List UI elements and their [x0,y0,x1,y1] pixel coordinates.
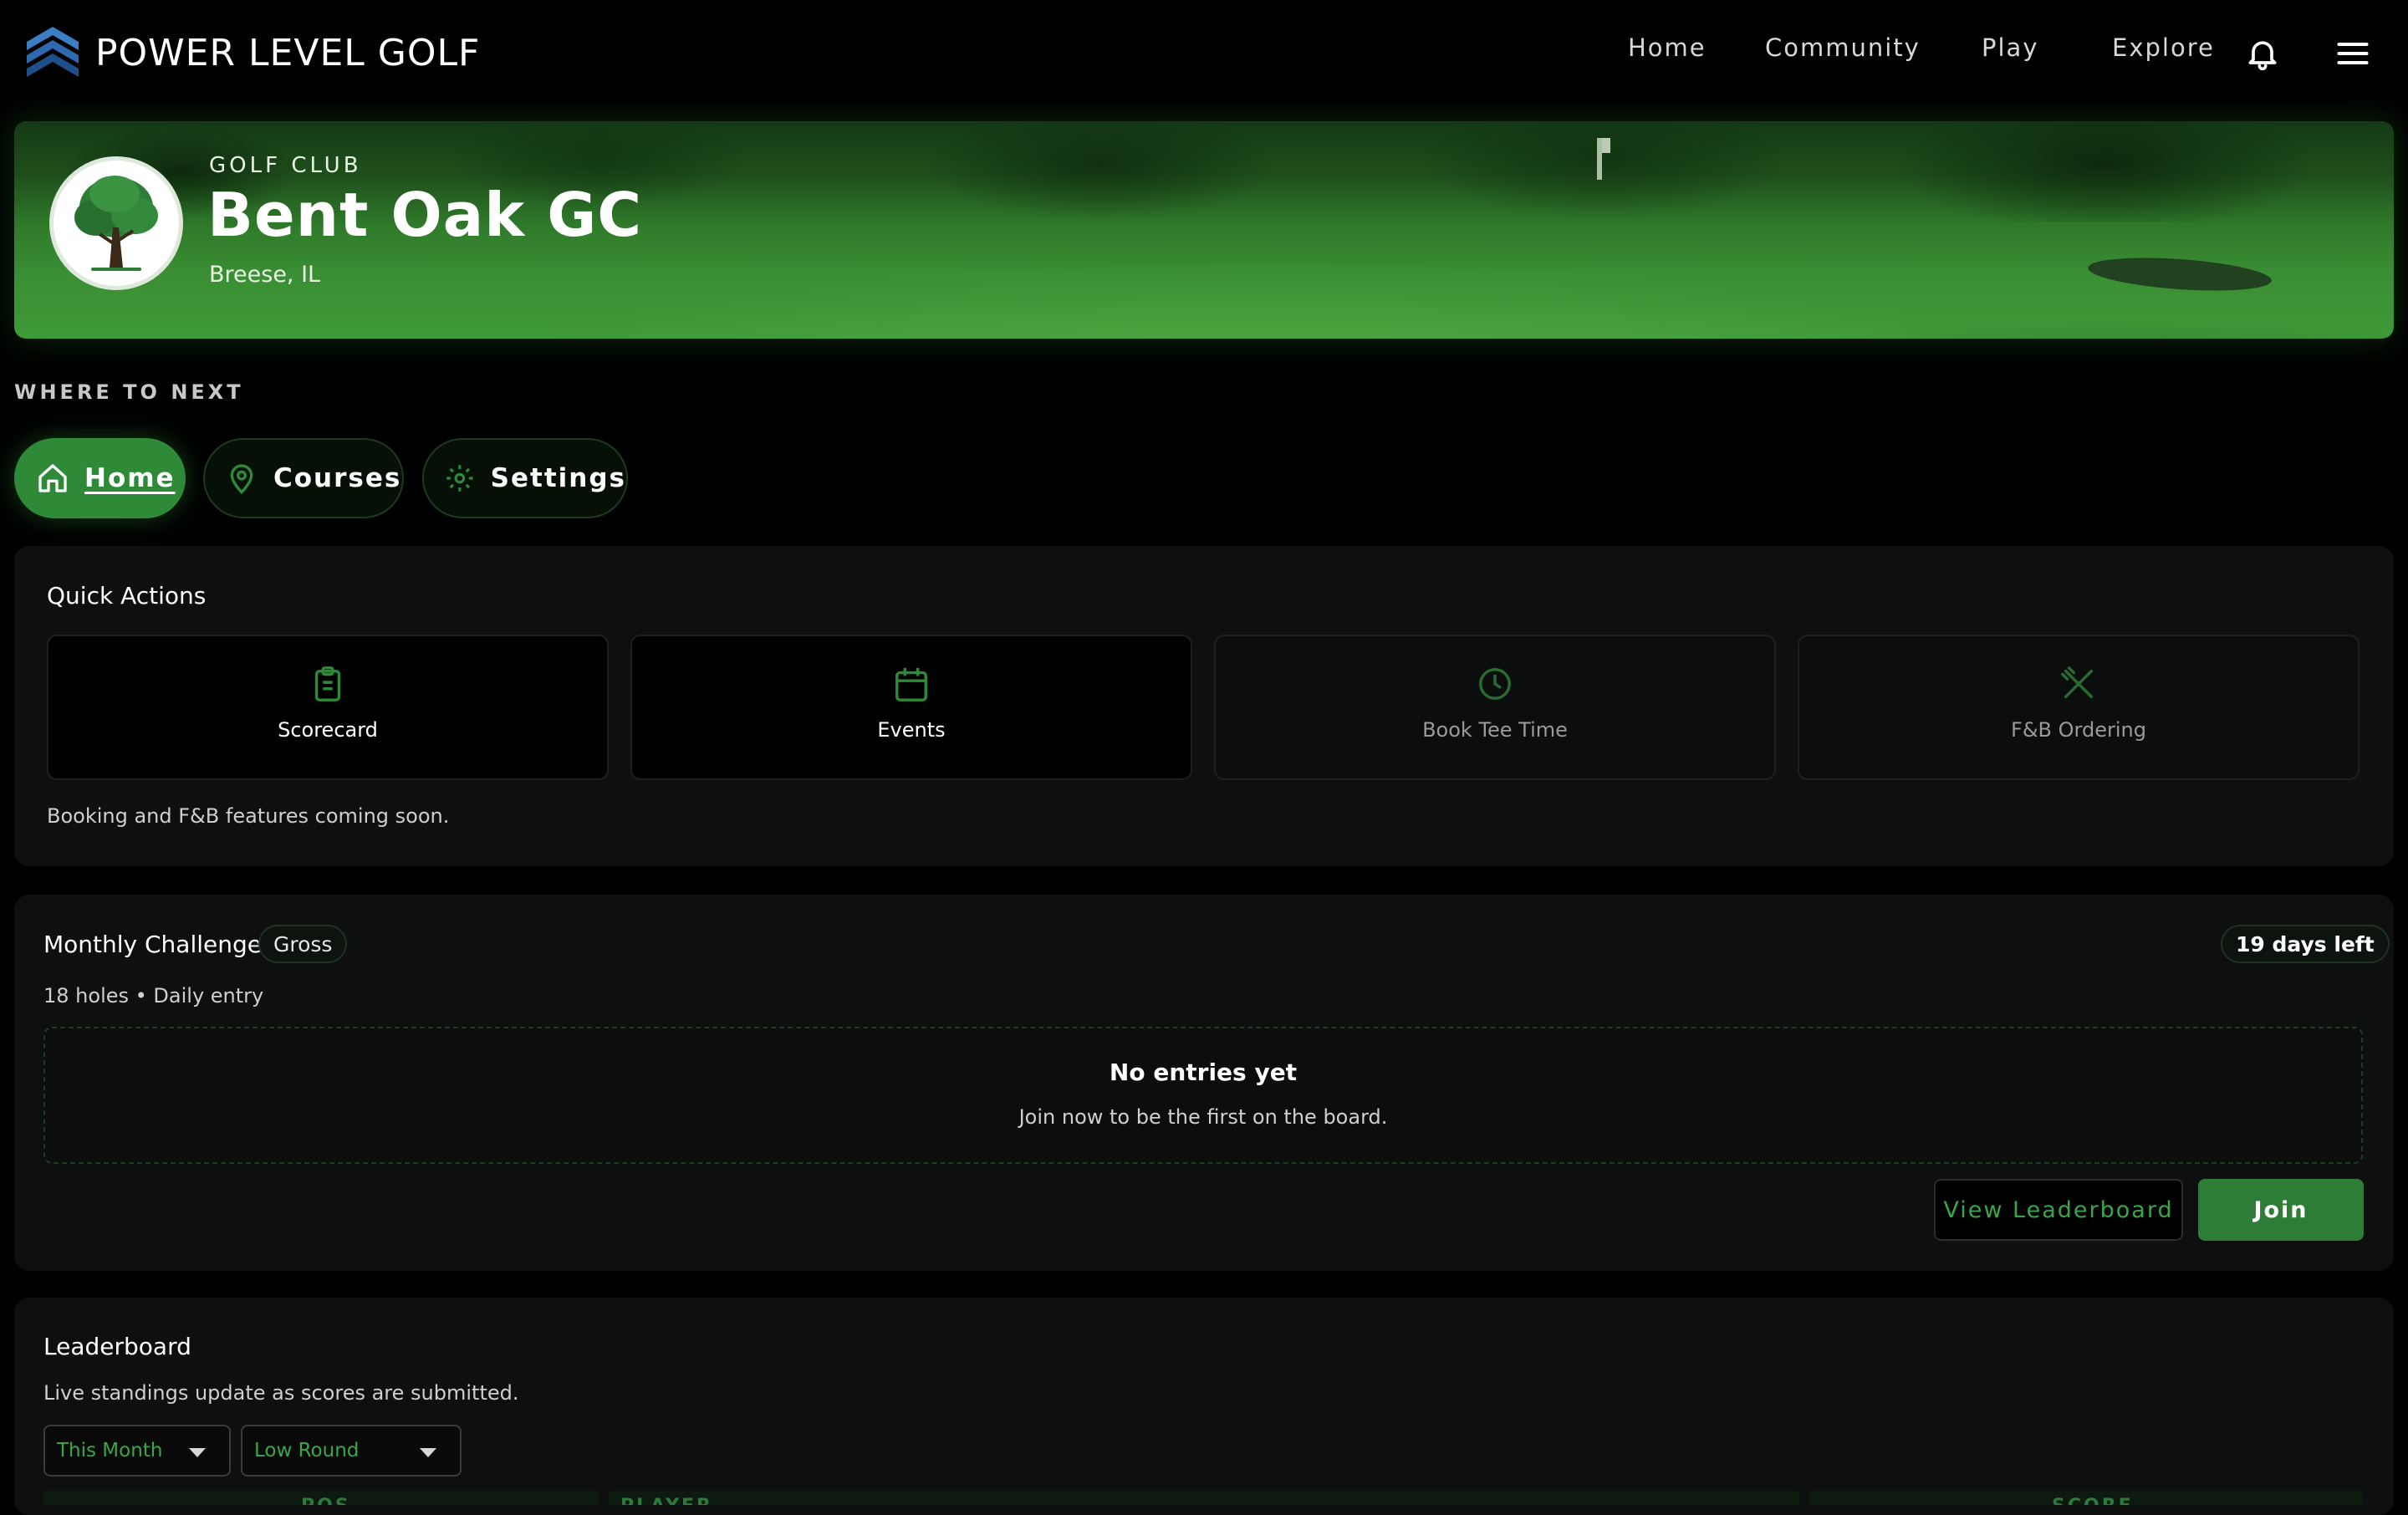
format-badge: Gross [258,925,348,963]
oak-tree-icon [74,176,158,271]
nav-community[interactable]: Community [1765,33,1921,62]
column-header-player: PLAYER [609,1491,1799,1505]
tab-home-label: Home [84,463,176,493]
top-nav: POWER LEVEL GOLF Home Community Play Exp… [0,0,2408,105]
nav-play[interactable]: Play [1982,33,2038,62]
column-header-pos: POS [43,1491,599,1505]
leaderboard-card [14,1298,2394,1515]
monthly-challenge-title: Monthly Challenge [43,931,262,958]
metric-select-value: Low Round [254,1440,360,1461]
empty-title: No entries yet [1109,1058,1298,1086]
book-tee-time-tile[interactable]: Book Tee Time [1214,635,1776,780]
gear-icon [446,465,473,492]
hamburger-menu-icon[interactable] [2334,35,2371,72]
book-tee-time-label: Book Tee Time [1422,718,1568,742]
empty-entries-box: No entries yet Join now to be the first … [43,1027,2363,1164]
nav-explore[interactable]: Explore [2112,33,2215,62]
club-name: Bent Oak GC [207,180,643,250]
fb-ordering-label: F&B Ordering [2011,718,2146,742]
period-select[interactable]: This Month [43,1425,231,1477]
column-header-score-label: SCORE [2052,1496,2134,1505]
club-type-label: GOLF CLUB [209,153,362,178]
house-icon [38,464,67,492]
sand-bunker [2087,252,2273,296]
events-tile[interactable]: Events [630,635,1192,780]
utensils-icon [2061,666,2094,699]
chevron-down-icon [420,1448,436,1457]
bell-icon[interactable] [2244,35,2281,72]
club-location: Breese, IL [209,262,321,288]
where-to-next-label: WHERE TO NEXT [14,380,244,404]
calendar-icon [895,667,927,701]
challenge-meta: 18 holes • Daily entry [43,984,264,1007]
tab-settings-label: Settings [490,463,626,493]
empty-subtitle: Join now to be the first on the board. [1018,1105,1388,1129]
column-header-player-label: PLAYER [620,1496,713,1505]
club-hero-banner: GOLF CLUB Bent Oak GC Breese, IL [14,121,2394,339]
tab-home[interactable]: Home [14,438,186,518]
clipboard-icon [314,666,341,701]
leaderboard-title: Leaderboard [43,1333,191,1360]
clock-icon [1479,668,1511,700]
nav-links: Home Community Play Explore [0,33,2408,72]
leaderboard-subtitle: Live standings update as scores are subm… [43,1381,519,1405]
events-label: Events [877,718,946,742]
quick-actions-title: Quick Actions [47,582,207,610]
tab-courses[interactable]: Courses [203,438,404,518]
chevron-down-icon [189,1448,206,1457]
scorecard-tile[interactable]: Scorecard [47,635,609,780]
metric-select[interactable]: Low Round [241,1425,462,1477]
fb-ordering-tile[interactable]: F&B Ordering [1798,635,2360,780]
tab-courses-label: Courses [273,463,402,493]
column-header-pos-label: POS [301,1496,351,1505]
days-left-badge: 19 days left [2221,925,2390,963]
scorecard-label: Scorecard [278,718,378,742]
period-select-value: This Month [57,1440,163,1461]
pin-flag [1597,138,1610,180]
nav-home[interactable]: Home [1628,33,1707,62]
club-logo-badge [49,156,183,290]
coming-soon-note: Booking and F&B features coming soon. [47,804,450,828]
view-leaderboard-button[interactable]: View Leaderboard [1934,1179,2183,1241]
join-button[interactable]: Join [2198,1179,2364,1241]
tab-settings[interactable]: Settings [422,438,628,518]
map-pin-icon [230,464,253,495]
column-header-score: SCORE [1809,1491,2363,1505]
